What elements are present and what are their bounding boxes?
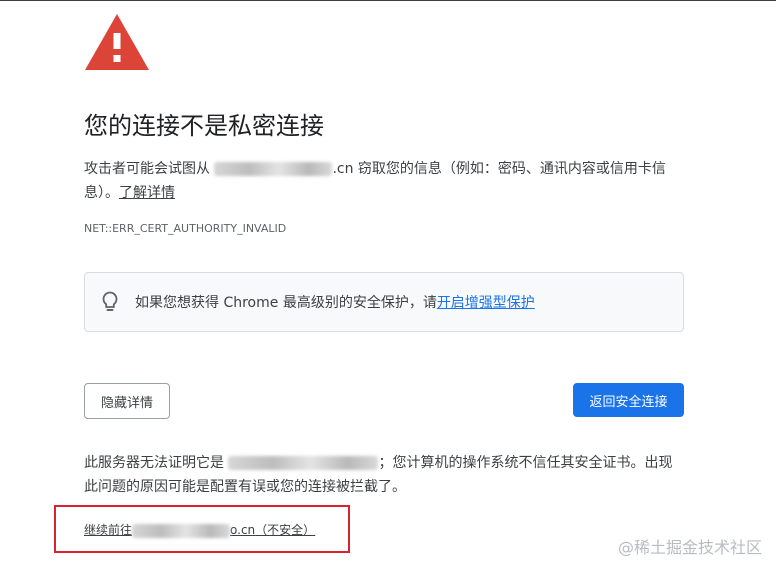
enhanced-protection-label: 如果您想获得 Chrome 最高级别的安全保护，请 — [135, 295, 437, 311]
hide-details-button[interactable]: 隐藏详情 — [84, 383, 170, 419]
redacted-domain — [214, 162, 333, 176]
description-domain-suffix: .cn — [332, 161, 354, 177]
enhanced-protection-box: 如果您想获得 Chrome 最高级别的安全保护，请开启增强型保护 — [84, 272, 684, 332]
redacted-domain-proceed — [132, 523, 231, 538]
watermark: @稀土掘金技术社区 — [617, 538, 762, 557]
description-prefix: 攻击者可能会试图从 — [84, 161, 215, 177]
details-prefix: 此服务器无法证明它是 — [84, 455, 229, 471]
warning-description: 攻击者可能会试图从 .cn 窃取您的信息（例如：密码、通讯内容或信用卡信息）。了… — [84, 157, 684, 205]
proceed-unsafe-link[interactable]: 继续前往 o.cn（不安全） — [84, 521, 315, 539]
proceed-prefix: 继续前往 — [84, 523, 133, 537]
proceed-suffix: （不安全） — [255, 523, 316, 537]
page-title: 您的连接不是私密连接 — [84, 112, 324, 140]
error-code: NET::ERR_CERT_AUTHORITY_INVALID — [84, 222, 287, 235]
warning-triangle-icon — [85, 14, 149, 70]
lightbulb-icon — [102, 291, 118, 311]
enhanced-protection-link[interactable]: 开启增强型保护 — [437, 295, 535, 311]
interstitial-page: 您的连接不是私密连接 攻击者可能会试图从 .cn 窃取您的信息（例如：密码、通讯… — [0, 0, 776, 572]
redacted-domain-details — [228, 456, 379, 470]
learn-more-link[interactable]: 了解详情 — [119, 185, 175, 201]
details-explanation: 此服务器无法证明它是 ；您计算机的操作系统不信任其安全证书。出现此问题的原因可能… — [84, 451, 684, 499]
proceed-domain-suffix: o.cn — [230, 523, 256, 537]
enhanced-protection-text: 如果您想获得 Chrome 最高级别的安全保护，请开启增强型保护 — [135, 292, 535, 312]
back-to-safety-button[interactable]: 返回安全连接 — [573, 383, 684, 417]
